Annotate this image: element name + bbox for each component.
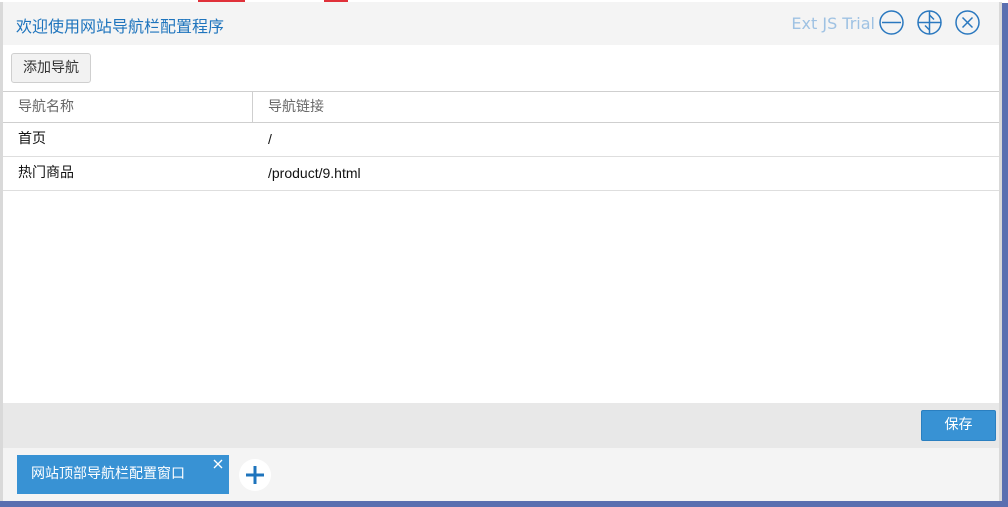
nav-name-cell[interactable]: 首页: [18, 123, 46, 156]
trial-label: Ext JS Trial: [791, 14, 875, 33]
close-icon[interactable]: [212, 458, 224, 470]
grid-header: 导航名称 导航链接: [3, 91, 999, 123]
nav-config-window: 欢迎使用网站导航栏配置程序 Ext JS Trial 添加导航 导航名称 导航链…: [0, 2, 1002, 501]
grid-panel: 添加导航 导航名称 导航链接 首页 / 热门商品 /product/9.html: [3, 45, 999, 403]
save-button[interactable]: 保存: [921, 410, 996, 441]
table-row[interactable]: 热门商品 /product/9.html: [3, 157, 999, 191]
maximize-icon[interactable]: [917, 10, 942, 35]
grid-toolbar: 添加导航: [3, 45, 999, 91]
table-row[interactable]: 首页 /: [3, 123, 999, 157]
add-nav-button[interactable]: 添加导航: [11, 53, 91, 83]
column-header-name[interactable]: 导航名称: [3, 92, 253, 122]
plus-icon[interactable]: [239, 459, 271, 491]
window-header[interactable]: 欢迎使用网站导航栏配置程序 Ext JS Trial: [3, 2, 999, 45]
nav-link-cell[interactable]: /product/9.html: [268, 157, 361, 190]
nav-link-cell[interactable]: /: [268, 123, 272, 156]
column-header-link[interactable]: 导航链接: [253, 92, 999, 122]
close-icon[interactable]: [955, 10, 980, 35]
minimize-icon[interactable]: [879, 10, 904, 35]
taskbar-tab[interactable]: 网站顶部导航栏配置窗口: [17, 455, 229, 494]
nav-name-cell[interactable]: 热门商品: [18, 157, 74, 190]
window-footer: 保存: [3, 403, 999, 448]
taskbar-tab-label: 网站顶部导航栏配置窗口: [31, 466, 185, 482]
taskbar: 网站顶部导航栏配置窗口: [3, 448, 999, 501]
window-title: 欢迎使用网站导航栏配置程序: [16, 17, 225, 36]
